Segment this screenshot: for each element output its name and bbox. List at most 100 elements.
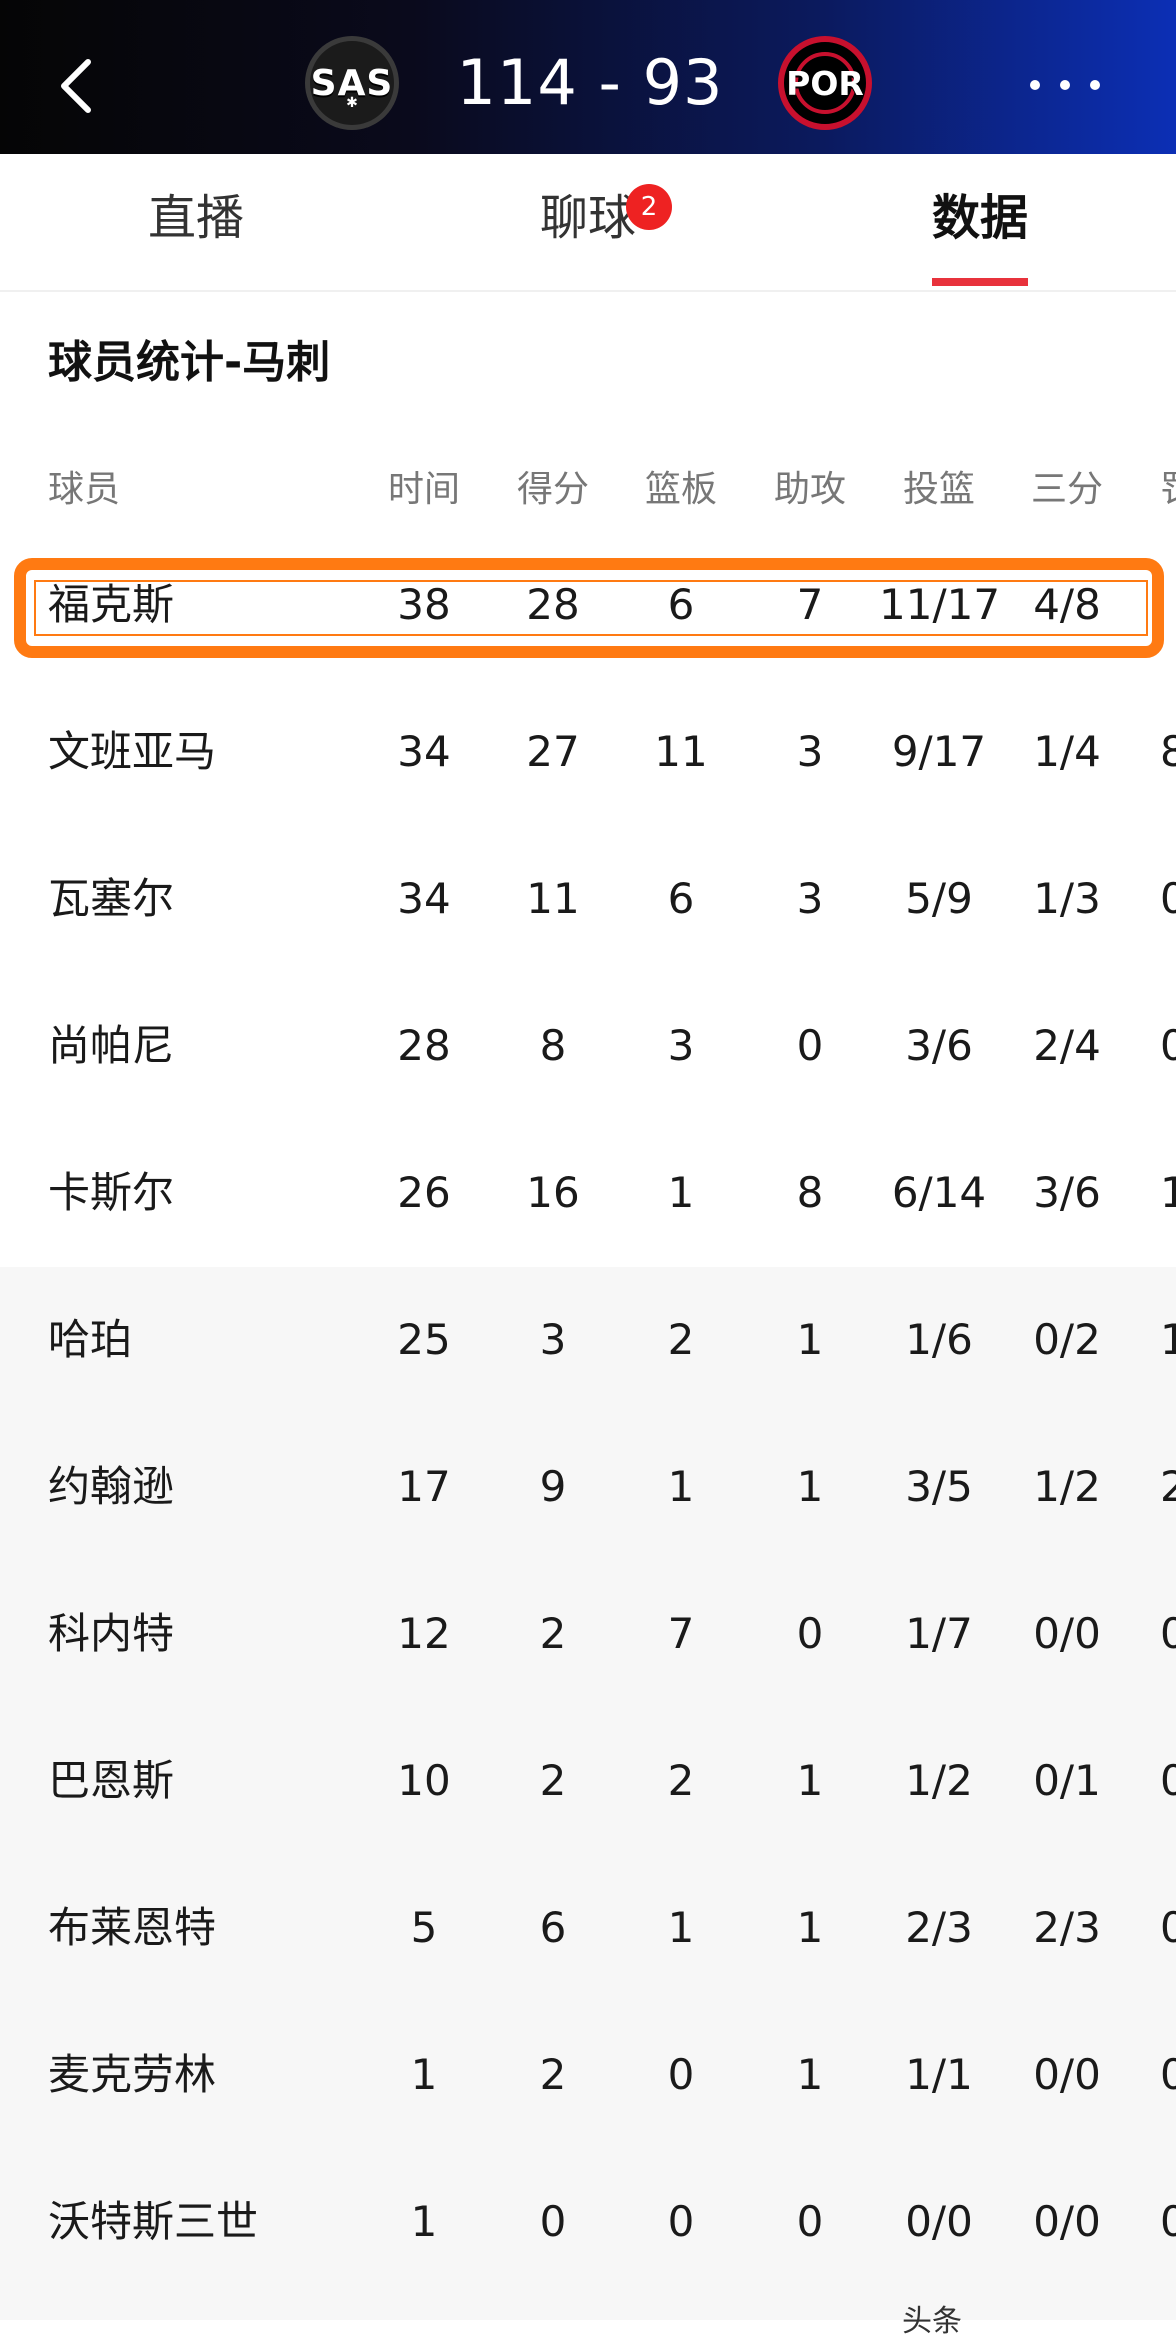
- home-team-logo[interactable]: SAS ✱: [305, 36, 399, 130]
- stat-ast: 1: [796, 1756, 824, 1805]
- stat-reb: 3: [667, 1021, 695, 1070]
- player-name[interactable]: 卡斯尔: [48, 1119, 174, 1266]
- stat-min: 28: [397, 1021, 451, 1070]
- stat-reb: 1: [667, 1168, 695, 1217]
- more-dots-icon: [1060, 80, 1070, 90]
- watermark: 头条: [902, 2304, 962, 2339]
- stat-ft: 2: [1160, 1462, 1176, 1511]
- stat-fg: 6/14: [891, 1168, 987, 1217]
- table-row[interactable]: 沃特斯三世 1 0 0 0 0/0 0/0 0: [0, 2148, 1176, 2295]
- more-dots-icon: [1030, 80, 1040, 90]
- table-row[interactable]: 尚帕尼 28 8 3 0 3/6 2/4 0: [0, 972, 1176, 1119]
- stat-tp: 1/2: [1033, 1462, 1101, 1511]
- tab-bar: 直播 聊球 2 数据: [0, 154, 1176, 292]
- player-name[interactable]: 科内特: [48, 1560, 174, 1707]
- col-header-fg[interactable]: 投篮: [879, 460, 999, 520]
- stat-ast: 1: [796, 1462, 824, 1511]
- stat-ast: 3: [796, 874, 824, 923]
- stat-min: 5: [410, 1903, 438, 1952]
- col-header-min[interactable]: 时间: [364, 460, 484, 520]
- stat-tp: 2/4: [1033, 1021, 1101, 1070]
- stat-min: 26: [397, 1168, 451, 1217]
- stat-ft: 1: [1160, 1315, 1176, 1364]
- col-header-3p[interactable]: 三分: [1007, 460, 1127, 520]
- stat-ast: 1: [796, 1315, 824, 1364]
- away-team-logo[interactable]: POR: [778, 36, 872, 130]
- stat-fg: 1/6: [905, 1315, 973, 1364]
- stat-ft: 0: [1160, 2197, 1176, 2246]
- stat-tp: 2/3: [1033, 1903, 1101, 1952]
- stat-tp: 1/3: [1033, 874, 1101, 923]
- stat-min: 1: [410, 2050, 438, 2099]
- table-row[interactable]: 巴恩斯 10 2 2 1 1/2 0/1 0: [0, 1707, 1176, 1854]
- stat-min: 10: [397, 1756, 451, 1805]
- col-header-ast[interactable]: 助攻: [750, 460, 870, 520]
- stat-tp: 3/6: [1033, 1168, 1101, 1217]
- stat-reb: 1: [667, 1903, 695, 1952]
- col-header-reb[interactable]: 篮板: [621, 460, 741, 520]
- tab-chat[interactable]: 聊球: [540, 154, 636, 290]
- stat-reb: 1: [667, 1462, 695, 1511]
- stat-fg: 1/2: [905, 1756, 973, 1805]
- stat-ast: 0: [796, 1021, 824, 1070]
- stat-pts: 8: [539, 1021, 567, 1070]
- stat-fg: 0/0: [905, 2197, 973, 2246]
- chat-unread-badge: 2: [626, 184, 672, 230]
- spur-icon: ✱: [346, 95, 358, 111]
- table-row[interactable]: 瓦塞尔 34 11 6 3 5/9 1/3 0: [0, 825, 1176, 972]
- stat-pts: 2: [539, 1609, 567, 1658]
- stat-pts: 27: [526, 727, 580, 776]
- table-row[interactable]: 科内特 12 2 7 0 1/7 0/0 0: [0, 1560, 1176, 1707]
- table-row[interactable]: 文班亚马 34 27 11 3 9/17 1/4 8: [0, 678, 1176, 825]
- stat-reb: 0: [667, 2050, 695, 2099]
- stat-reb: 2: [667, 1756, 695, 1805]
- stat-ft: 0: [1160, 1609, 1176, 1658]
- player-name[interactable]: 麦克劳林: [48, 2001, 216, 2148]
- player-name[interactable]: 瓦塞尔: [48, 825, 174, 972]
- stat-tp: 1/4: [1033, 727, 1101, 776]
- stat-ft: 0: [1160, 1021, 1176, 1070]
- col-header-ft[interactable]: 罚: [1160, 460, 1176, 520]
- game-header: SAS ✱ 114 - 93 POR: [0, 0, 1176, 154]
- stat-fg: 9/17: [891, 727, 987, 776]
- stat-pts: 11: [526, 874, 580, 923]
- stat-ast: 1: [796, 1903, 824, 1952]
- player-name[interactable]: 哈珀: [48, 1266, 132, 1413]
- stat-fg: 1/1: [905, 2050, 973, 2099]
- stat-min: 17: [397, 1462, 451, 1511]
- stat-ast: 1: [796, 2050, 824, 2099]
- col-header-player: 球员: [48, 469, 121, 510]
- stat-tp: 0/0: [1033, 2050, 1101, 2099]
- stat-tp: 0/0: [1033, 1609, 1101, 1658]
- player-name[interactable]: 文班亚马: [48, 678, 216, 825]
- table-row[interactable]: 布莱恩特 5 6 1 1 2/3 2/3 0: [0, 1854, 1176, 2001]
- stat-min: 34: [397, 874, 451, 923]
- table-row[interactable]: 卡斯尔 26 16 1 8 6/14 3/6 1: [0, 1119, 1176, 1266]
- stat-min: 25: [397, 1315, 451, 1364]
- stat-ft: 0: [1160, 1903, 1176, 1952]
- table-row[interactable]: 约翰逊 17 9 1 1 3/5 1/2 2: [0, 1413, 1176, 1560]
- back-button[interactable]: [44, 40, 114, 130]
- stat-min: 1: [410, 2197, 438, 2246]
- player-name[interactable]: 布莱恩特: [48, 1854, 216, 2001]
- more-button[interactable]: [1030, 60, 1100, 110]
- stat-ast: 3: [796, 727, 824, 776]
- player-name[interactable]: 尚帕尼: [48, 972, 174, 1119]
- tab-live[interactable]: 直播: [148, 154, 244, 290]
- player-name[interactable]: 沃特斯三世: [48, 2148, 258, 2295]
- stat-fg: 3/5: [905, 1462, 973, 1511]
- stat-tp: 0/2: [1033, 1315, 1101, 1364]
- player-name[interactable]: 约翰逊: [48, 1413, 174, 1560]
- stat-reb: 7: [667, 1609, 695, 1658]
- player-name[interactable]: 巴恩斯: [48, 1707, 174, 1854]
- table-row[interactable]: 哈珀 25 3 2 1 1/6 0/2 1: [0, 1266, 1176, 1413]
- game-score: 114 - 93: [456, 46, 724, 119]
- col-header-pts[interactable]: 得分: [493, 460, 613, 520]
- stat-fg: 1/7: [905, 1609, 973, 1658]
- stat-ft: 1: [1160, 1168, 1176, 1217]
- tab-stats[interactable]: 数据: [932, 154, 1028, 290]
- stat-fg: 2/3: [905, 1903, 973, 1952]
- stat-ft: 0: [1160, 874, 1176, 923]
- stat-ast: 8: [796, 1168, 824, 1217]
- table-row[interactable]: 麦克劳林 1 2 0 1 1/1 0/0 0: [0, 2001, 1176, 2148]
